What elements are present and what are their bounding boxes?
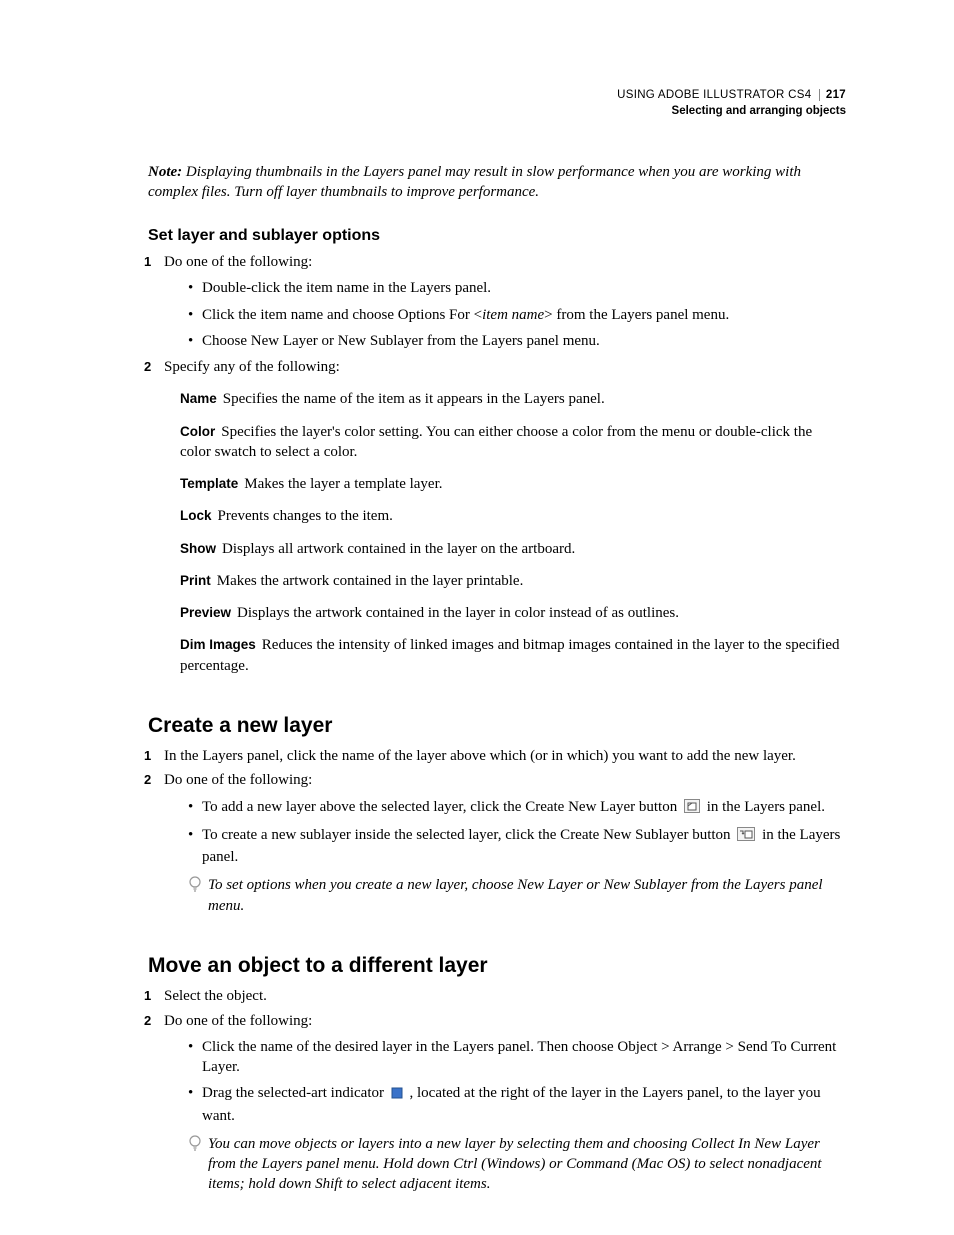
def-item: NameSpecifies the name of the item as it…: [180, 389, 846, 409]
bullet-item: Click the name of the desired layer in t…: [188, 1037, 846, 1078]
note-paragraph: Note: Displaying thumbnails in the Layer…: [148, 162, 846, 203]
bullet-item: To create a new sublayer inside the sele…: [188, 825, 846, 868]
note-text: Displaying thumbnails in the Layers pane…: [148, 164, 801, 200]
steps-move-object: Select the object. Do one of the followi…: [148, 986, 846, 1194]
steps-create-layer: In the Layers panel, click the name of t…: [148, 746, 846, 916]
bullet-item: To add a new layer above the selected la…: [188, 797, 846, 819]
page: USING ADOBE ILLUSTRATOR CS4 217 Selectin…: [0, 0, 954, 1235]
heading-set-layer-options: Set layer and sublayer options: [148, 225, 846, 247]
lightbulb-icon: [188, 1135, 202, 1159]
create-new-sublayer-icon: [737, 827, 755, 847]
bullet-item: Choose New Layer or New Sublayer from th…: [188, 331, 846, 351]
step-item: Select the object.: [148, 986, 846, 1006]
def-item: ColorSpecifies the layer's color setting…: [180, 422, 846, 463]
header-line-1: USING ADOBE ILLUSTRATOR CS4 217: [617, 88, 846, 104]
steps-set-layer: Do one of the following: Double-click th…: [148, 252, 846, 676]
bullet-item: Double-click the item name in the Layers…: [188, 278, 846, 298]
step-text: Specify any of the following:: [164, 359, 340, 375]
def-item: Dim ImagesReduces the intensity of linke…: [180, 635, 846, 676]
step-text: Do one of the following:: [164, 254, 312, 270]
def-item: PreviewDisplays the artwork contained in…: [180, 603, 846, 623]
lightbulb-icon: [188, 876, 202, 900]
running-header: USING ADOBE ILLUSTRATOR CS4 217 Selectin…: [617, 88, 846, 119]
bullet-list: To add a new layer above the selected la…: [188, 797, 846, 868]
note-label: Note:: [148, 164, 182, 180]
selected-art-indicator-icon: [391, 1085, 403, 1105]
bullet-item: Click the item name and choose Options F…: [188, 305, 846, 325]
definition-list: NameSpecifies the name of the item as it…: [180, 389, 846, 676]
tip-note: You can move objects or layers into a ne…: [188, 1134, 846, 1195]
product-name: USING ADOBE ILLUSTRATOR CS4: [617, 89, 811, 101]
step-item: Do one of the following: To add a new la…: [148, 770, 846, 916]
page-number: 217: [819, 89, 846, 101]
def-item: ShowDisplays all artwork contained in th…: [180, 539, 846, 559]
step-item: Do one of the following: Double-click th…: [148, 252, 846, 351]
bullet-list: Double-click the item name in the Layers…: [188, 278, 846, 351]
page-content: Note: Displaying thumbnails in the Layer…: [148, 162, 846, 1195]
def-item: PrintMakes the artwork contained in the …: [180, 571, 846, 591]
chapter-title: Selecting and arranging objects: [617, 104, 846, 120]
step-item: Specify any of the following: NameSpecif…: [148, 357, 846, 676]
step-item: In the Layers panel, click the name of t…: [148, 746, 846, 766]
def-item: LockPrevents changes to the item.: [180, 506, 846, 526]
bullet-list: Click the name of the desired layer in t…: [188, 1037, 846, 1126]
step-item: Do one of the following: Click the name …: [148, 1011, 846, 1195]
heading-move-object: Move an object to a different layer: [148, 952, 846, 980]
tip-note: To set options when you create a new lay…: [188, 875, 846, 916]
bullet-item: Drag the selected-art indicator , locate…: [188, 1083, 846, 1126]
def-item: TemplateMakes the layer a template layer…: [180, 474, 846, 494]
create-new-layer-icon: [684, 799, 700, 819]
heading-create-new-layer: Create a new layer: [148, 712, 846, 740]
